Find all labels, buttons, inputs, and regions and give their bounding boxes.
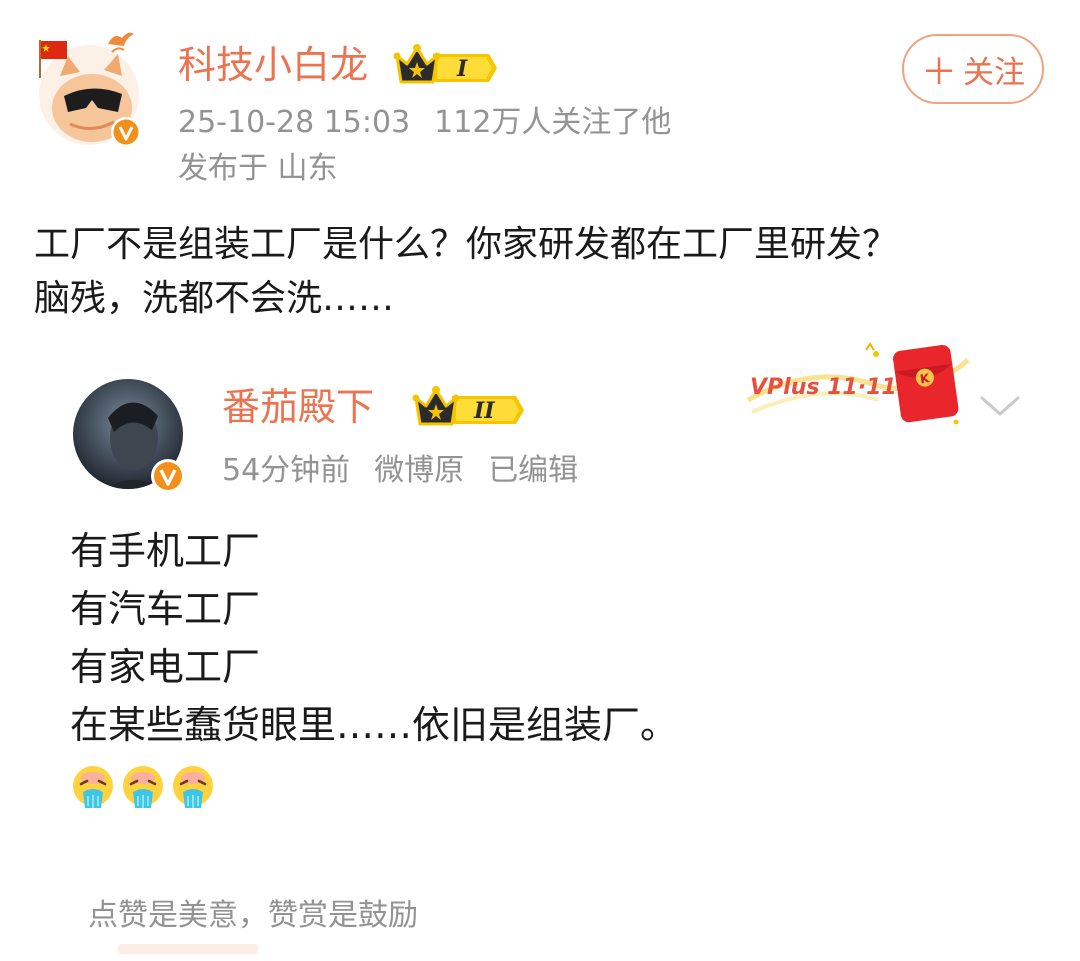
repost-text-line: 有手机工厂 [70,529,261,573]
repost-body: 有手机工厂 有汽车工厂 有家电工厂 在某些蠢货眼里……依旧是组装厂。 [70,522,678,754]
post-timestamp: 25-10-28 15:03 [178,105,411,140]
repost-text-line: 在某些蠢货眼里……依旧是组装厂。 [70,703,679,747]
vomit-emoji-icon [123,766,163,808]
svg-text:I: I [456,56,468,82]
repost-author-name[interactable]: 番茄殿下 [222,382,374,432]
post-meta: 25-10-28 15:03 112万人关注了他 [178,102,671,144]
post-body: 工厂不是组装工厂是什么？你家研发都在工厂里研发？ 脑残，洗都不会洗…… [34,218,1044,326]
vomit-emoji-icon [173,766,213,808]
repost-text-line: 有汽车工厂 [70,587,261,631]
svg-text:VPlus 11·11: VPlus 11·11 [750,375,897,400]
emoji-row [70,764,216,812]
repost-text-line: 有家电工厂 [70,645,261,689]
vomit-emoji-icon [73,766,113,808]
post-location: 发布于 山东 [178,151,338,186]
repost-time: 54分钟前 [222,453,351,488]
follow-label: 关注 [963,54,1025,91]
reward-prompt: 点赞是美意，赞赏是鼓励 [88,898,418,933]
reward-button-edge[interactable] [118,944,258,954]
post-text-line: 脑残，洗都不会洗…… [34,278,395,319]
repost-level-crown-badge[interactable]: II [412,384,526,430]
bird-decoration-icon [104,26,138,56]
repost-author-avatar[interactable] [72,378,190,496]
plus-icon: ＋ [920,52,957,93]
svg-text:II: II [473,398,495,424]
level-crown-badge[interactable]: I [393,42,499,88]
repost-meta: 54分钟前 微博原 已编辑 [222,450,578,492]
author-name[interactable]: 科技小白龙 [178,40,368,90]
vplus-red-packet-badge[interactable]: VPlus 11·11 K [742,342,974,442]
repost-source[interactable]: 微博原 [374,453,464,488]
chevron-down-icon[interactable] [978,390,1022,420]
follower-count: 112万人关注了他 [434,105,672,140]
follow-button[interactable]: ＋ 关注 [902,34,1044,104]
repost-edited: 已编辑 [488,453,579,488]
post-text-line: 工厂不是组装工厂是什么？你家研发都在工厂里研发？ [34,224,899,265]
